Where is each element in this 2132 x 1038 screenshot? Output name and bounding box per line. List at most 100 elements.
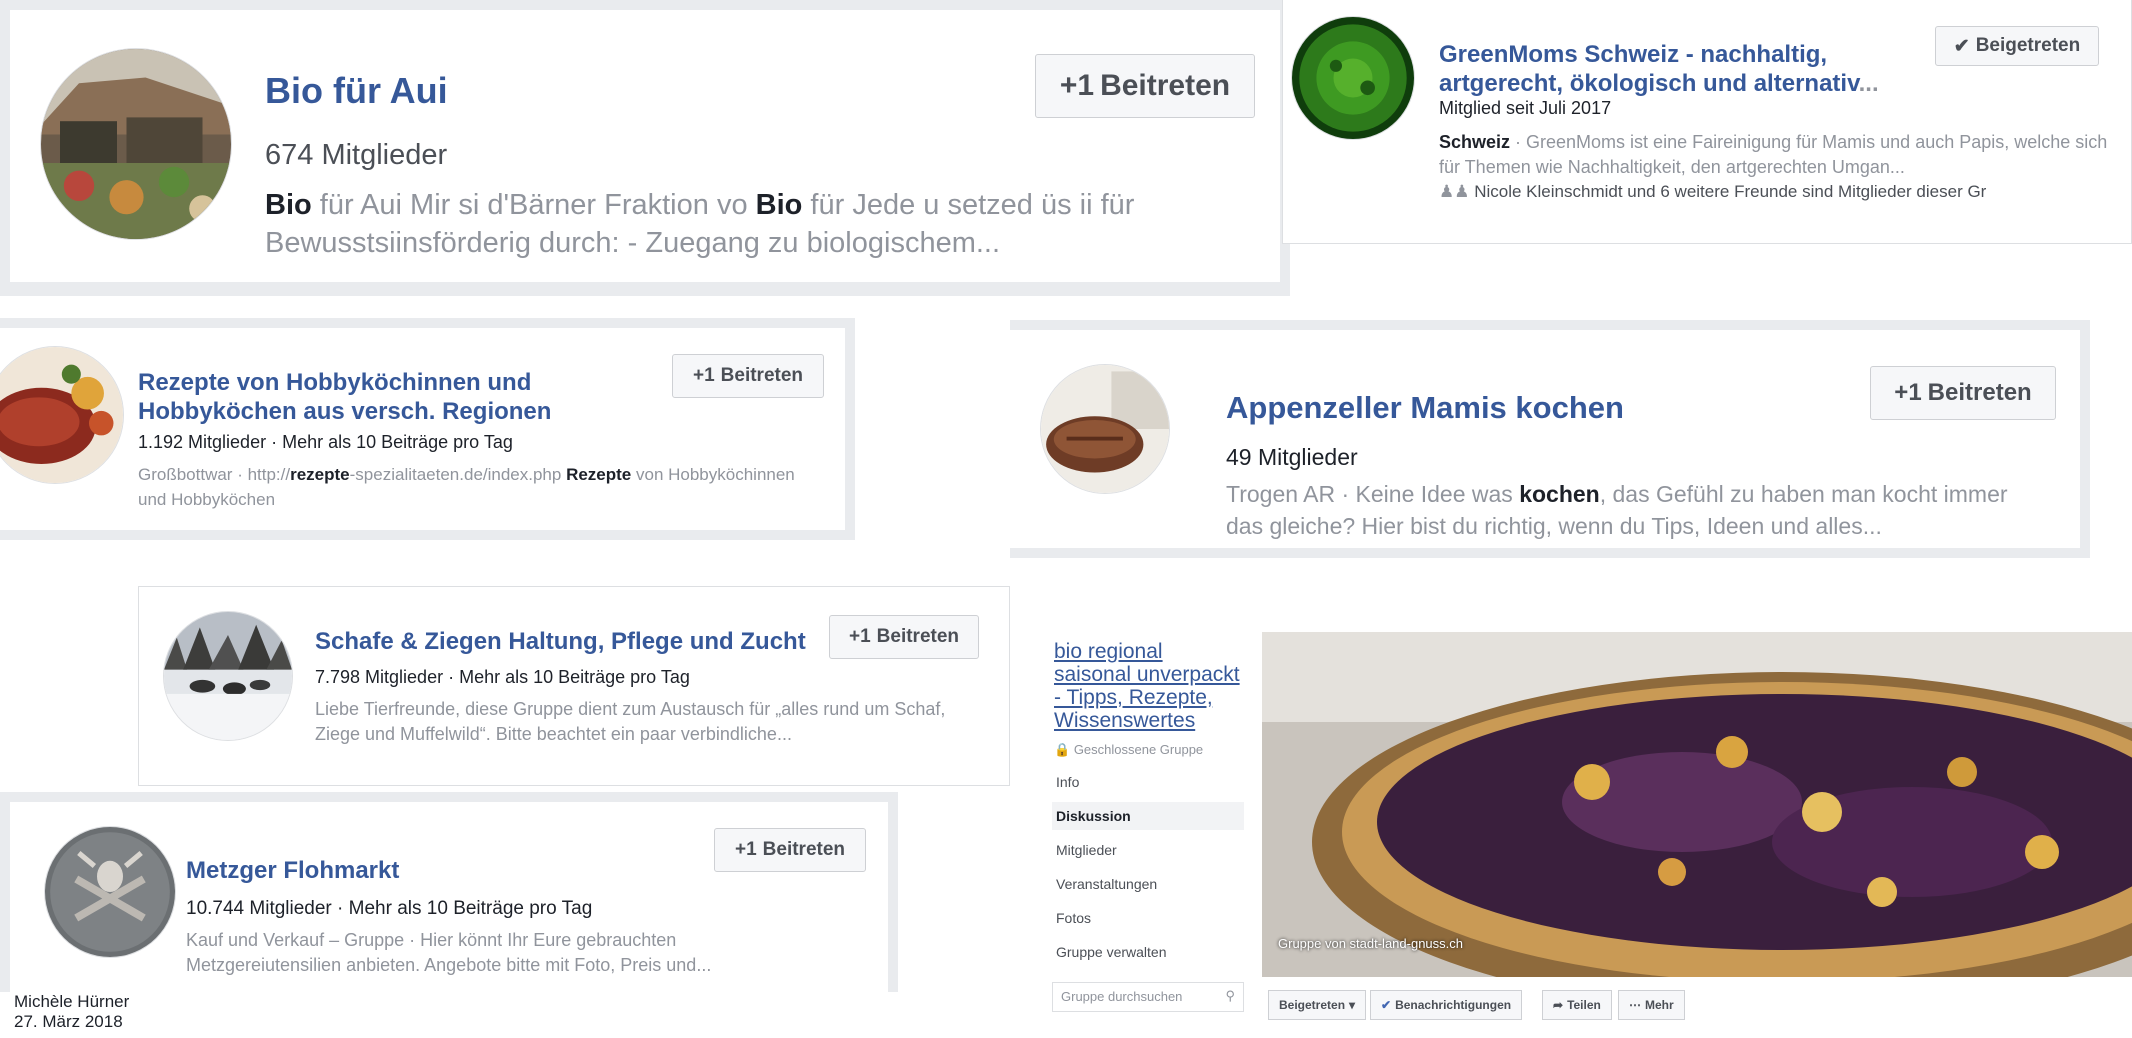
group-card-appenzeller: Appenzeller Mamis kochen 49 Mitglieder T…	[1010, 320, 2090, 558]
group-description: Kauf und Verkauf – Gruppe · Hier könnt I…	[186, 928, 826, 978]
plus-one-icon: +1	[1894, 379, 1922, 406]
group-title[interactable]: Appenzeller Mamis kochen	[1226, 390, 1624, 426]
cover-caption[interactable]: Gruppe von stadt-land-gnuss.ch	[1278, 936, 1463, 951]
join-button-label: Beitreten	[1927, 379, 2032, 406]
join-button[interactable]: +1 Beitreten	[1035, 54, 1255, 118]
ellipsis: ...	[1862, 513, 1882, 539]
ellipsis: ...	[975, 227, 1001, 259]
member-count: 49 Mitglieder	[1226, 444, 1358, 470]
people-icon: ♟♟	[1439, 182, 1470, 201]
group-search-input[interactable]: Gruppe durchsuchen ⚲	[1052, 982, 1244, 1012]
ellipsis: ...	[1858, 70, 1879, 97]
plus-one-icon: +1	[734, 839, 757, 860]
desc-text: für Aui Mir si d'Bärner Fraktion vo	[311, 189, 756, 221]
desc-text: Großbottwar · http://	[138, 465, 291, 484]
highlight: Bio	[755, 189, 803, 221]
closed-group-text: Geschlossene Gruppe	[1073, 742, 1204, 757]
butcher-logo	[45, 827, 175, 957]
group-title[interactable]: Rezepte von Hobbyköchinnen und Hobbyköch…	[138, 368, 618, 426]
join-button-label: Beitreten	[762, 839, 846, 860]
joined-button[interactable]: ✔ Beigetreten	[1935, 26, 2099, 66]
tart-photo	[1262, 632, 2132, 977]
plus-one-icon: +1	[692, 365, 715, 386]
group-avatar[interactable]	[163, 611, 293, 741]
check-icon: ✔	[1953, 35, 1970, 57]
friends-text[interactable]: Nicole Kleinschmidt und 6 weitere Freund…	[1474, 182, 1986, 201]
nav-gruppe-verwalten[interactable]: Gruppe verwalten	[1052, 938, 1244, 966]
member-count: 674 Mitglieder	[265, 139, 448, 171]
join-button-label: Beitreten	[1100, 69, 1231, 102]
join-button[interactable]: +1 Beitreten	[829, 615, 979, 659]
group-avatar[interactable]	[0, 346, 124, 484]
desc-text: -spezialitaeten.de/index.php	[349, 465, 567, 484]
joined-label: Beigetreten	[1279, 998, 1346, 1012]
search-placeholder: Gruppe durchsuchen	[1061, 989, 1183, 1004]
highlight: kochen	[1519, 481, 1600, 507]
lock-icon: 🔒	[1054, 742, 1071, 757]
nav-info[interactable]: Info	[1052, 768, 1244, 796]
join-button-label: Beitreten	[720, 365, 804, 386]
plus-one-icon: +1	[848, 626, 871, 647]
member-count: 1.192 Mitglieder · Mehr als 10 Beiträge …	[138, 432, 513, 452]
join-button[interactable]: +1 Beitreten	[1870, 366, 2056, 420]
more-button[interactable]: ⋯ Mehr	[1618, 990, 1685, 1020]
group-title[interactable]: GreenMoms Schweiz - nachhaltig, artgerec…	[1439, 40, 1894, 98]
member-count: 10.744 Mitglieder · Mehr als 10 Beiträge…	[186, 898, 593, 919]
member-since: Mitglied seit Juli 2017	[1439, 98, 1612, 118]
green-logo	[1292, 17, 1414, 139]
join-button[interactable]: +1 Beitreten	[714, 828, 866, 872]
check-icon: ✔	[1381, 998, 1392, 1012]
share-button[interactable]: ➦ Teilen	[1542, 990, 1612, 1020]
more-label: Mehr	[1645, 998, 1674, 1012]
join-button-label: Beitreten	[876, 626, 960, 647]
nav-veranstaltungen[interactable]: Veranstaltungen	[1052, 870, 1244, 898]
group-title[interactable]: Bio für Aui	[265, 70, 448, 112]
group-sidebar: bio regional saisonal unverpackt - Tipps…	[1034, 632, 1254, 1038]
highlight: Schweiz	[1439, 132, 1511, 152]
group-title-text[interactable]: GreenMoms Schweiz - nachhaltig, artgerec…	[1439, 41, 1859, 97]
joined-button-label: Beigetreten	[1975, 35, 2081, 56]
nav-mitglieder[interactable]: Mitglieder	[1052, 836, 1244, 864]
highlight: Rezepte	[566, 465, 632, 484]
group-description: Schweiz · GreenMoms ist eine Faireinigun…	[1439, 130, 2119, 180]
closed-group-label: 🔒 Geschlossene Gruppe	[1054, 742, 1203, 758]
member-count: 7.798 Mitglieder · Mehr als 10 Beiträge …	[315, 667, 690, 687]
share-arrow-icon: ➦	[1553, 998, 1564, 1012]
group-description: Bio für Aui Mir si d'Bärner Fraktion vo …	[265, 186, 1225, 262]
group-cover-photo[interactable]: Gruppe von stadt-land-gnuss.ch	[1262, 632, 2132, 977]
group-name-link[interactable]: bio regional saisonal unverpackt - Tipps…	[1054, 640, 1244, 732]
desc-text: Trogen AR · Keine Idee was	[1226, 481, 1520, 507]
group-avatar[interactable]	[40, 48, 232, 240]
joined-dropdown-button[interactable]: Beigetreten ▾	[1268, 990, 1367, 1020]
group-avatar[interactable]	[1291, 16, 1415, 140]
group-description: Trogen AR · Keine Idee was kochen, das G…	[1226, 478, 2046, 542]
chevron-down-icon: ▾	[1349, 998, 1356, 1012]
group-title[interactable]: Metzger Flohmarkt	[186, 856, 399, 885]
search-icon[interactable]: ⚲	[1225, 988, 1235, 1004]
highlight: rezepte	[290, 465, 350, 484]
group-card-schafe-ziegen: Schafe & Ziegen Haltung, Pflege und Zuch…	[138, 586, 1010, 786]
nav-fotos[interactable]: Fotos	[1052, 904, 1244, 932]
notifications-button[interactable]: ✔ Benachrichtigungen	[1370, 990, 1523, 1020]
author-name: Michèle Hürner	[14, 992, 130, 1011]
friends-line: ♟♟ Nicole Kleinschmidt und 6 weitere Fre…	[1439, 182, 2119, 202]
group-card-bio-fur-aui: Bio für Aui 674 Mitglieder Bio für Aui M…	[0, 0, 1290, 296]
ellipsis: ...	[1889, 157, 1905, 177]
desc-text: Kauf und Verkauf – Gruppe · Hier könnt I…	[186, 930, 697, 975]
group-description: Großbottwar · http://rezepte-spezialitae…	[138, 462, 798, 512]
highlight: Bio	[265, 189, 312, 221]
market-photo	[41, 49, 231, 239]
group-action-bar: Beigetreten ▾ ✔ Benachrichtigungen ➦ Tei…	[1262, 985, 2132, 1025]
join-button[interactable]: +1 Beitreten	[672, 354, 824, 398]
group-avatar[interactable]	[1040, 364, 1170, 494]
desc-text: Liebe Tierfreunde, diese Gruppe dient zu…	[315, 699, 946, 744]
group-title[interactable]: Schafe & Ziegen Haltung, Pflege und Zuch…	[315, 627, 806, 656]
snow-sheep-photo	[164, 612, 292, 740]
group-avatar[interactable]	[44, 826, 176, 958]
nav-diskussion[interactable]: Diskussion	[1052, 802, 1244, 830]
plus-one-icon: +1	[1059, 69, 1095, 102]
group-card-metzger-flohmarkt: Metzger Flohmarkt 10.744 Mitglieder · Me…	[0, 792, 898, 992]
desc-text: · GreenMoms ist eine Faireinigung für Ma…	[1439, 132, 2108, 177]
group-card-greenmoms: GreenMoms Schweiz - nachhaltig, artgerec…	[1282, 0, 2132, 244]
group-description: Liebe Tierfreunde, diese Gruppe dient zu…	[315, 697, 995, 747]
